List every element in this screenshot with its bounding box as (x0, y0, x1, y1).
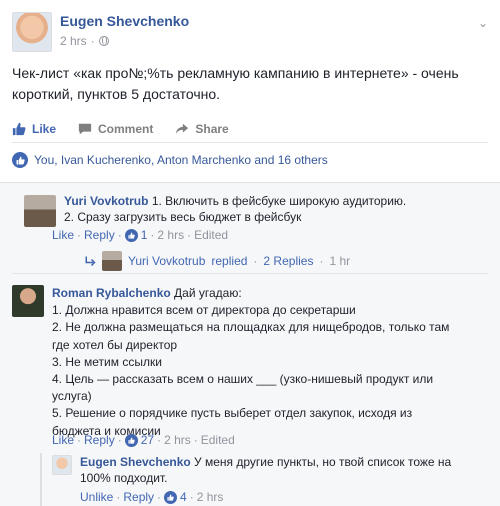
reply-unlike-link[interactable]: Unlike (80, 490, 113, 504)
reactions-text[interactable]: You, Ivan Kucherenko, Anton Marchenko an… (34, 153, 328, 167)
replier-avatar (102, 251, 122, 271)
post-actions-bar: Like Comment Share (12, 115, 488, 143)
comment-meta: Like · Reply · 27 · 2 hrs · Edited (52, 433, 235, 447)
comment-reply-link[interactable]: Reply (84, 228, 115, 242)
reply-like-count[interactable]: 4 (180, 490, 187, 504)
comment-button[interactable]: Comment (78, 122, 153, 136)
like-label: Like (32, 121, 57, 136)
like-count-icon (164, 490, 178, 504)
post-text: Чек-лист «как про№;%ть рекламную кампани… (12, 65, 459, 102)
reactions-summary[interactable]: You, Ivan Kucherenko, Anton Marchenko an… (12, 152, 488, 168)
reply-meta: Unlike · Reply · 4 · 2 hrs (80, 490, 224, 504)
post-time[interactable]: 2 hrs (60, 34, 87, 48)
replies-summary[interactable]: Yuri Vovkotrub replied · 2 Replies · 1 h… (84, 251, 350, 271)
meta-separator: · (90, 34, 95, 48)
reply-count: 2 Replies (263, 254, 314, 268)
reply-line: У меня другие пункты, но твой список тож… (194, 455, 452, 469)
reply-reply-link[interactable]: Reply (123, 490, 154, 504)
reply-author-name[interactable]: Eugen Shevchenko (80, 455, 191, 469)
like-count-icon (124, 433, 138, 447)
reply-author: Yuri Vovkotrub (128, 254, 206, 268)
comment-line: Дай угадаю: (174, 286, 242, 300)
comment-line: 1. Включить в фейсбуке широкую аудиторию… (151, 194, 407, 208)
reply-time: 1 hr (329, 254, 351, 268)
like-button[interactable]: Like (12, 122, 56, 136)
comment-time[interactable]: 2 hrs (157, 228, 184, 242)
reply-line: 100% подходит. (80, 471, 168, 485)
like-count-icon (124, 228, 138, 242)
reply-arrow-icon (85, 256, 96, 267)
comment-line: 4. Цель — рассказать всем о наших ___ (у… (52, 372, 434, 387)
like-reaction-icon (12, 152, 28, 168)
comment-line: 2. Не должна размещаться на площадках дл… (52, 320, 450, 335)
comment-line: 2. Сразу загрузить весь бюджет в фейсбук (64, 210, 302, 224)
post-header: Eugen Shevchenko 2 hrs · ⌄ (12, 12, 492, 54)
comment-reply-link[interactable]: Reply (84, 433, 115, 447)
comment-line: 5. Решение о порядчике пусть выберет отд… (52, 406, 413, 421)
post-meta: 2 hrs · (60, 34, 109, 48)
commenter-avatar[interactable] (12, 285, 44, 317)
comment-like-link[interactable]: Like (52, 228, 74, 242)
comment-body: Yuri Vovkotrub 1. Включить в фейсбуке ши… (64, 193, 484, 225)
comment-like-count[interactable]: 1 (141, 228, 148, 242)
reply-time[interactable]: 2 hrs (197, 490, 224, 504)
globe-icon (98, 36, 109, 46)
comment-line: услуга) (52, 389, 92, 404)
comment-like-link[interactable]: Like (52, 433, 74, 447)
reply-verb: replied (211, 254, 248, 268)
comment-divider (12, 273, 488, 274)
commenter-avatar[interactable] (24, 195, 56, 227)
comment-label: Comment (98, 121, 154, 136)
comment-author[interactable]: Yuri Vovkotrub (64, 194, 148, 208)
comment-body: Roman Rybalchenko Дай угадаю: 1. Должна … (52, 285, 492, 440)
comment-line: 3. Не метим ссылки (52, 354, 162, 369)
reply-body: Eugen Shevchenko У меня другие пункты, н… (80, 454, 480, 486)
comment-edited[interactable]: Edited (194, 228, 228, 242)
nested-reply-bar (40, 453, 42, 506)
comment-line: где хотел бы директор (52, 337, 178, 352)
chevron-down-icon[interactable]: ⌄ (478, 16, 488, 30)
comment-like-count[interactable]: 27 (141, 433, 154, 447)
share-label: Share (195, 121, 229, 136)
comment-edited[interactable]: Edited (201, 433, 235, 447)
share-icon (176, 123, 189, 134)
post-author-name[interactable]: Eugen Shevchenko (60, 13, 189, 29)
comment-line: 1. Должна нравится всем от директора до … (52, 303, 356, 318)
comment-time[interactable]: 2 hrs (164, 433, 191, 447)
comment-meta: Like · Reply · 1 · 2 hrs · Edited (52, 228, 229, 242)
share-button[interactable]: Share (175, 121, 229, 136)
thumbs-up-icon (12, 122, 26, 135)
reply-author-avatar[interactable] (52, 455, 72, 475)
comment-icon (78, 123, 92, 134)
comments-section: Yuri Vovkotrub 1. Включить в фейсбуке ши… (0, 182, 500, 506)
author-avatar[interactable] (12, 12, 52, 52)
comment-author[interactable]: Roman Rybalchenko (52, 286, 171, 300)
